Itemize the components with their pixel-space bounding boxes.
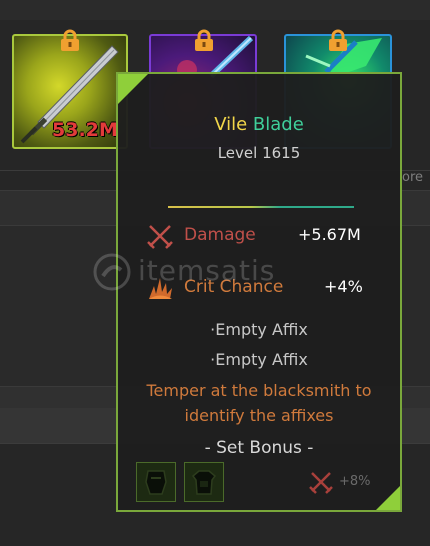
stat-name: Crit Chance [184,277,284,297]
stat-value: +4% [324,277,363,296]
stat-row-damage: Damage +5.67M [146,220,396,250]
item-name-prefix: Vile [214,114,248,135]
lock-icon[interactable] [192,28,216,52]
crit-burst-icon [149,278,172,299]
clipped-label: ore [402,170,424,185]
item-name-base: Blade [252,114,304,135]
set-bonus-value: +8% [339,474,371,489]
top-bar [0,0,430,20]
lock-icon[interactable] [326,28,350,52]
crossed-swords-icon [309,472,333,494]
rarity-corner-bottom [376,486,400,510]
lock-icon[interactable] [58,28,82,52]
item-level: Level 1615 [217,144,301,162]
temper-note: Temper at the blacksmith to identify the… [146,381,372,425]
set-piece-chest[interactable] [184,462,224,502]
slot-value: 53.2M [52,119,118,141]
set-bonus-header: - Set Bonus - [204,438,314,458]
rarity-corner-top [118,74,148,104]
set-piece-helmet[interactable] [136,462,176,502]
affix-slot: ·Empty Affix [210,320,308,339]
item-name: Vile Blade [118,114,400,135]
stat-name: Damage [184,225,256,245]
affix-slot: ·Empty Affix [210,350,308,369]
stat-row-crit-chance: Crit Chance +4% [146,272,396,302]
crossed-swords-icon [147,225,173,249]
chest-armor-icon [191,470,217,495]
helmet-icon [145,470,167,495]
tooltip-divider [168,206,354,208]
item-tooltip: Vile Blade Level 1615 Damage +5.67M Crit… [116,72,402,512]
stat-value: +5.67M [298,225,361,244]
